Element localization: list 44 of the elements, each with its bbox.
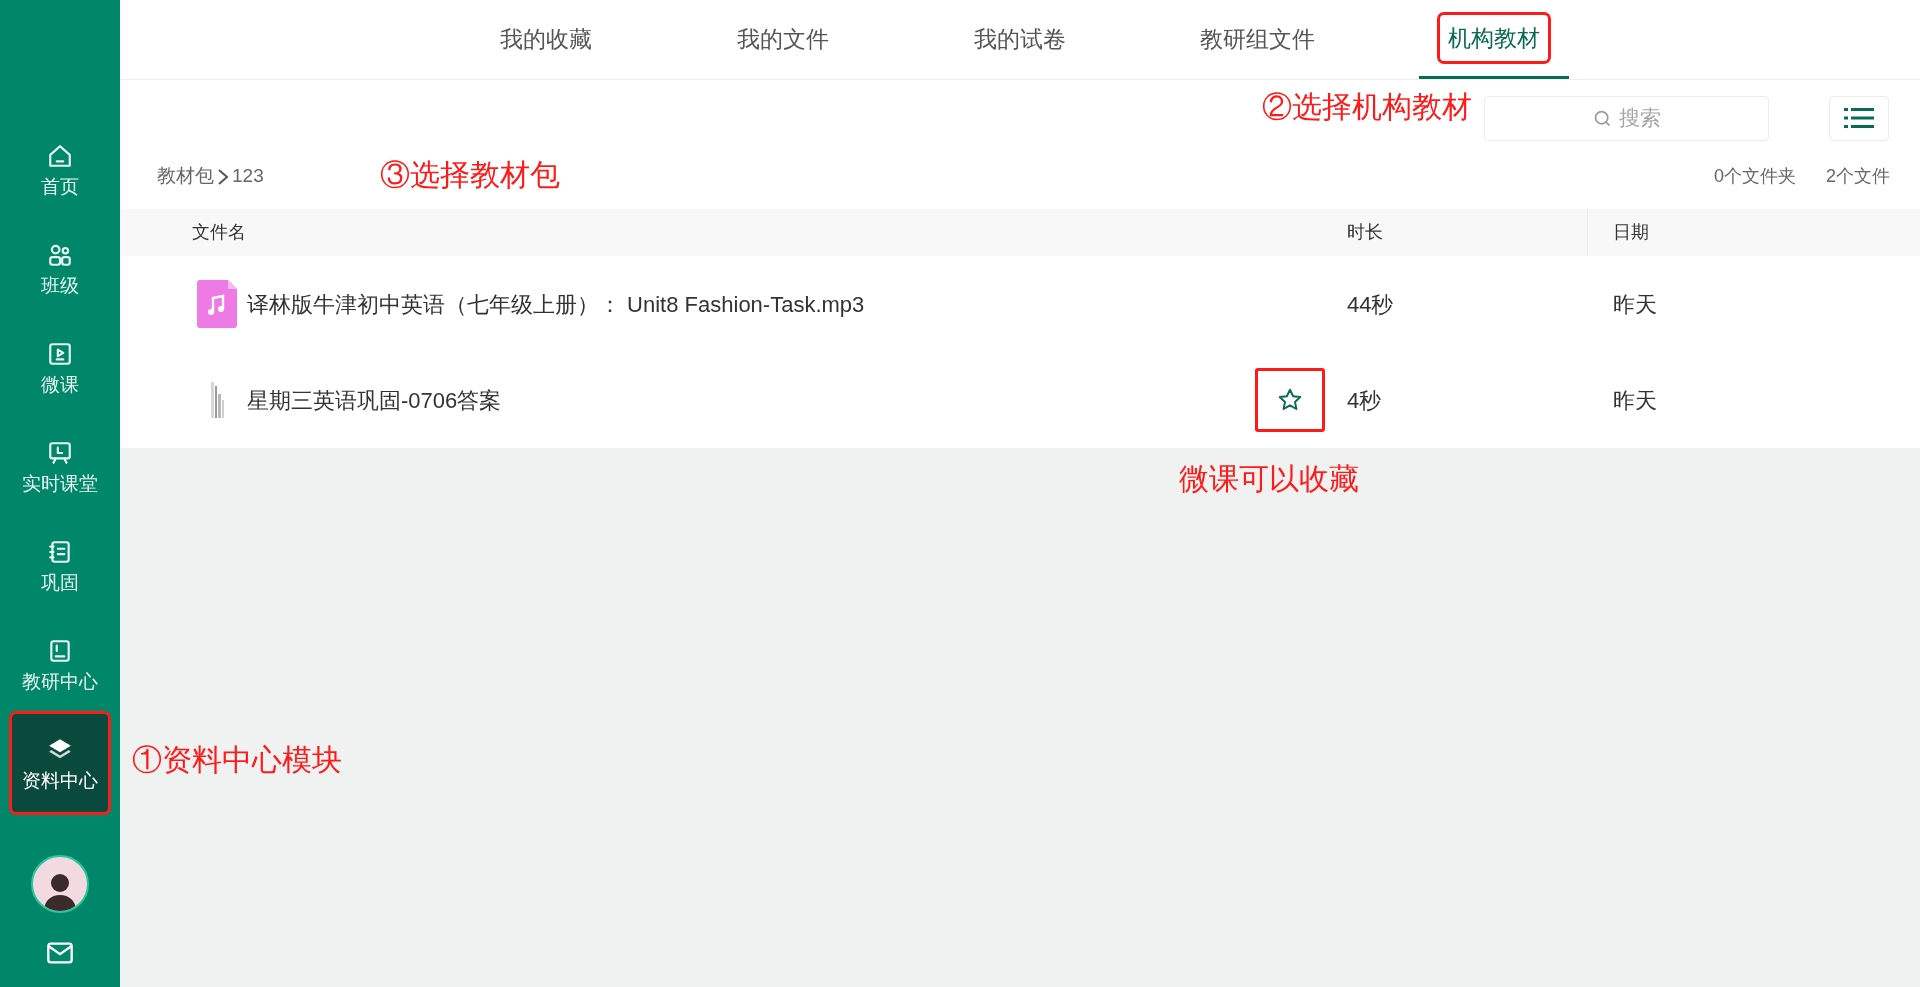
- notebook-icon: [47, 538, 73, 565]
- search-field[interactable]: 搜索: [1484, 95, 1769, 141]
- file-row[interactable]: 星期三英语巩固-0706答案 4秒 昨天: [120, 352, 1920, 448]
- tab[interactable]: 我的文件: [708, 0, 858, 79]
- annotation-text: ①资料中心模块: [132, 745, 342, 775]
- list-icon: [1844, 106, 1874, 130]
- file-row[interactable]: 译林版牛津初中英语（七年级上册）： Unit8 Fashion-Task.mp3 44秒 昨天: [120, 256, 1920, 352]
- folder-count: 0个文件夹: [1713, 165, 1796, 188]
- sidebar-item[interactable]: 首页: [12, 120, 108, 218]
- annotation-text: ③选择教材包: [380, 160, 560, 190]
- sidebar-item[interactable]: 教研中心: [12, 615, 108, 713]
- breadcrumb-link[interactable]: 教材包: [157, 162, 214, 191]
- duration-cell-text: 44秒: [1347, 290, 1395, 319]
- date-cell-text: 昨天: [1613, 386, 1658, 415]
- file-name: 译林版牛津初中英语（七年级上册）： Unit8 Fashion-Task.mp3: [247, 290, 866, 319]
- tab[interactable]: 机构教材: [1419, 0, 1569, 79]
- favorite-button[interactable]: [1255, 368, 1325, 432]
- sidebar-item[interactable]: 微课: [12, 318, 108, 416]
- duration-cell-text: 4秒: [1347, 386, 1383, 415]
- avatar[interactable]: [31, 855, 89, 913]
- sidebar-item[interactable]: 巩固: [12, 516, 108, 614]
- column-header: 日期: [1613, 221, 1650, 244]
- breadcrumb-current: 123: [232, 164, 264, 189]
- annotation-text: 微课可以收藏: [1179, 464, 1359, 494]
- annotation-text: ②选择机构教材: [1262, 92, 1472, 122]
- date-cell-text: 昨天: [1613, 290, 1658, 319]
- tab[interactable]: 我的试卷: [945, 0, 1095, 79]
- file-name: 星期三英语巩固-0706答案: [247, 386, 503, 415]
- play-icon: [47, 340, 73, 367]
- file-count: 2个文件: [1826, 165, 1890, 188]
- column-header: 时长: [1347, 221, 1383, 244]
- sidebar-item[interactable]: 资料中心: [12, 714, 108, 812]
- list-view-button[interactable]: [1829, 95, 1889, 141]
- sidebar-item[interactable]: 班级: [12, 219, 108, 317]
- book-icon: [47, 637, 73, 664]
- easel-icon: [47, 439, 73, 466]
- sidebar-item[interactable]: 实时课堂: [12, 417, 108, 515]
- tab[interactable]: 我的收藏: [471, 0, 621, 79]
- column-header: 文件名: [191, 221, 247, 244]
- tab[interactable]: 教研组文件: [1182, 0, 1332, 79]
- chevron-right-icon: [216, 167, 230, 186]
- music-file-icon: [197, 280, 237, 328]
- home-icon: [47, 142, 73, 169]
- star-icon: [1277, 387, 1303, 413]
